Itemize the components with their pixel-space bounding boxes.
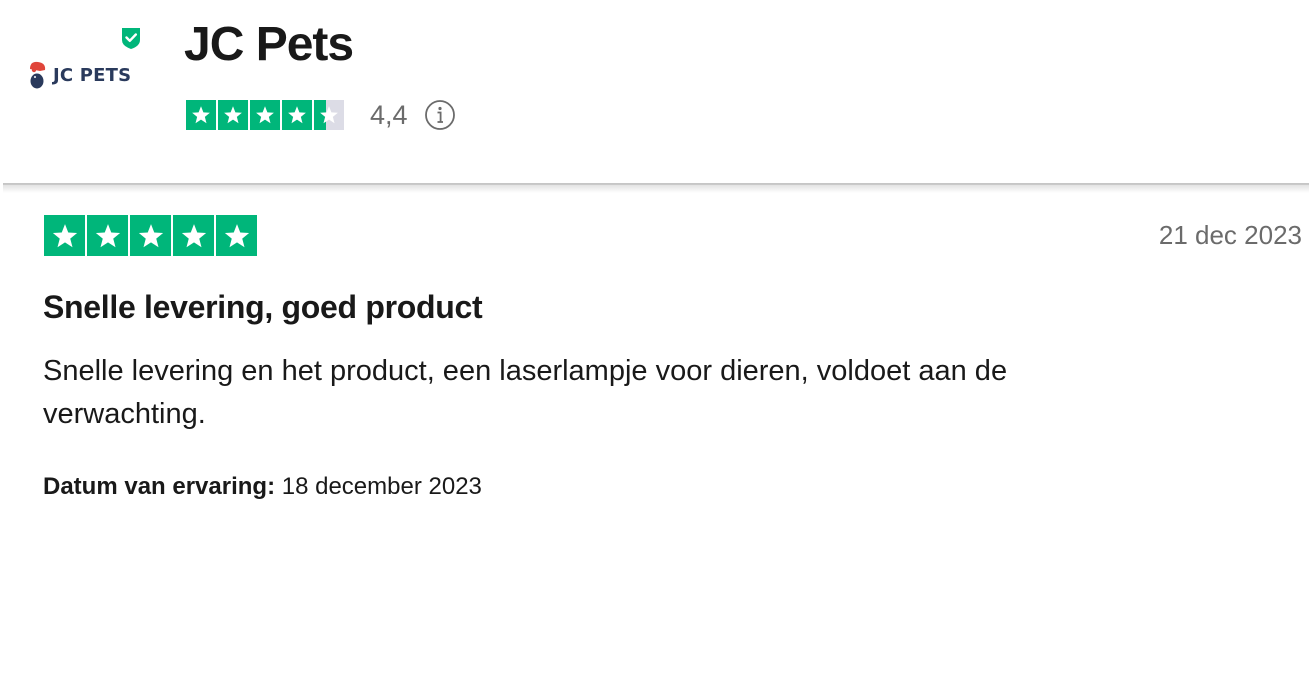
review-body: Snelle levering en het product, een lase… (43, 355, 1008, 430)
logo-wordmark: JC PETS (53, 64, 132, 86)
star-icon (44, 215, 85, 256)
company-name[interactable]: JC Pets (184, 15, 354, 75)
star-icon (186, 100, 216, 130)
company-logo-area[interactable]: JC PETS (22, 26, 144, 96)
star-icon (130, 215, 171, 256)
info-circle-icon[interactable] (424, 99, 456, 131)
company-header: JC PETS JC Pets 4,4 (0, 0, 1309, 185)
trust-score: 4,4 (370, 99, 408, 130)
review-date: 21 dec 2023 (1158, 220, 1302, 250)
jc-pets-logo: JC PETS (26, 60, 131, 90)
review-page: JC PETS JC Pets 4,4 21 dec 2023 Snelle l… (0, 0, 1309, 696)
pet-mascot-icon (30, 61, 46, 89)
partial-star-icon (314, 100, 344, 130)
header-shadow (3, 183, 1309, 193)
star-icon (87, 215, 128, 256)
review-title[interactable]: Snelle levering, goed product (43, 289, 483, 326)
star-icon (218, 100, 248, 130)
experience-label: Datum van ervaring: (43, 473, 276, 500)
star-icon (282, 100, 312, 130)
company-star-rating (186, 100, 344, 130)
experience-date: Datum van ervaring: 18 december 2023 (43, 473, 482, 501)
star-icon (216, 215, 257, 256)
star-icon (250, 100, 280, 130)
verified-shield-icon (122, 28, 140, 49)
star-icon (173, 215, 214, 256)
company-rating: 4,4 (186, 99, 456, 131)
experience-value: 18 december 2023 (281, 473, 482, 500)
review-star-rating (44, 215, 257, 256)
